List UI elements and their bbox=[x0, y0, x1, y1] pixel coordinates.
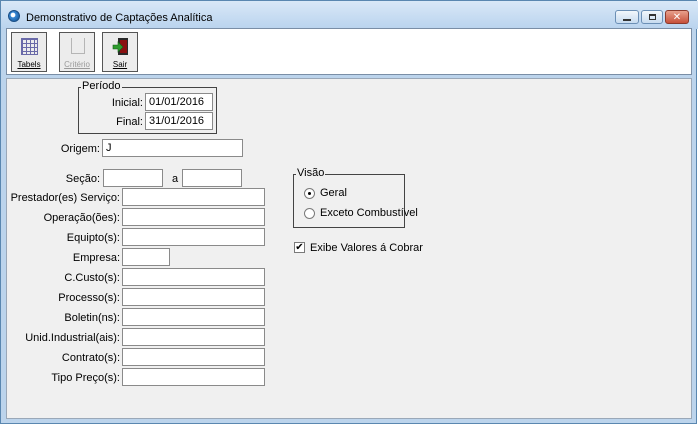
prestador-field[interactable] bbox=[122, 188, 265, 206]
exit-door-icon bbox=[112, 38, 128, 55]
radio-exceto-label: Exceto Combustível bbox=[320, 207, 418, 219]
maximize-button[interactable] bbox=[641, 10, 663, 24]
operacao-label: Operação(ões): bbox=[43, 212, 120, 224]
criteria-icon bbox=[71, 38, 85, 54]
title-bar[interactable]: Demonstrativo de Captações Analítica ✕ bbox=[1, 1, 698, 29]
maximize-icon bbox=[648, 14, 656, 20]
prestador-label: Prestador(es) Serviço: bbox=[10, 192, 120, 204]
boletin-label: Boletin(ns): bbox=[64, 312, 120, 324]
unid-industrial-field[interactable] bbox=[122, 328, 265, 346]
visao-group-title: Visão bbox=[296, 167, 326, 179]
main-window: Demonstrativo de Captações Analítica ✕ T… bbox=[0, 0, 698, 424]
window-title: Demonstrativo de Captações Analítica bbox=[26, 12, 213, 24]
radio-geral-label: Geral bbox=[320, 187, 347, 199]
tipo-preco-label: Tipo Preço(s): bbox=[51, 372, 120, 384]
final-date-field[interactable]: 31/01/2016 bbox=[145, 112, 213, 130]
origem-label: Origem: bbox=[60, 143, 100, 155]
processo-field[interactable] bbox=[122, 288, 265, 306]
secao-separator: a bbox=[172, 173, 179, 185]
boletin-field[interactable] bbox=[122, 308, 265, 326]
operacao-field[interactable] bbox=[122, 208, 265, 226]
visao-group: Visão Geral Exceto Combustível bbox=[293, 167, 418, 228]
exibe-valores-checkbox[interactable]: ✔ bbox=[294, 242, 305, 253]
secao-to-field[interactable] bbox=[182, 169, 242, 187]
secao-label: Seção: bbox=[65, 173, 100, 185]
criterio-button[interactable]: Critério bbox=[59, 32, 95, 72]
final-label: Final: bbox=[116, 116, 143, 128]
contrato-label: Contrato(s): bbox=[61, 352, 120, 364]
periodo-group: Período Inicial: 01/01/2016 Final: 31/01… bbox=[78, 80, 217, 134]
empresa-field[interactable] bbox=[122, 248, 170, 266]
exibe-valores-label: Exibe Valores á Cobrar bbox=[310, 242, 423, 254]
ccusto-field[interactable] bbox=[122, 268, 265, 286]
tabels-button[interactable]: Tabels bbox=[11, 32, 47, 72]
ccusto-label: C.Custo(s): bbox=[64, 272, 120, 284]
minimize-icon bbox=[623, 18, 631, 21]
minimize-button[interactable] bbox=[615, 10, 639, 24]
close-button[interactable]: ✕ bbox=[665, 10, 689, 24]
equipto-field[interactable] bbox=[122, 228, 265, 246]
origem-field[interactable]: J bbox=[102, 139, 243, 157]
toolbar: Tabels Critério Sair bbox=[6, 28, 692, 75]
criterio-label: Critério bbox=[64, 60, 90, 69]
sair-button[interactable]: Sair bbox=[102, 32, 138, 72]
inicial-label: Inicial: bbox=[111, 97, 143, 109]
tabels-label: Tabels bbox=[17, 60, 41, 69]
grid-icon bbox=[21, 38, 38, 55]
unid-industrial-label: Unid.Industrial(ais): bbox=[25, 332, 120, 344]
tipo-preco-field[interactable] bbox=[122, 368, 265, 386]
radio-exceto-combustivel[interactable] bbox=[304, 208, 315, 219]
periodo-group-title: Período bbox=[81, 80, 122, 92]
app-icon bbox=[8, 10, 20, 22]
form-panel: Período Inicial: 01/01/2016 Final: 31/01… bbox=[6, 78, 692, 419]
empresa-label: Empresa: bbox=[72, 252, 120, 264]
close-icon: ✕ bbox=[672, 11, 682, 23]
sair-label: Sair bbox=[112, 60, 128, 69]
contrato-field[interactable] bbox=[122, 348, 265, 366]
equipto-label: Equipto(s): bbox=[66, 232, 120, 244]
processo-label: Processo(s): bbox=[58, 292, 120, 304]
inicial-date-field[interactable]: 01/01/2016 bbox=[145, 93, 213, 111]
radio-geral[interactable] bbox=[304, 188, 315, 199]
secao-from-field[interactable] bbox=[103, 169, 163, 187]
